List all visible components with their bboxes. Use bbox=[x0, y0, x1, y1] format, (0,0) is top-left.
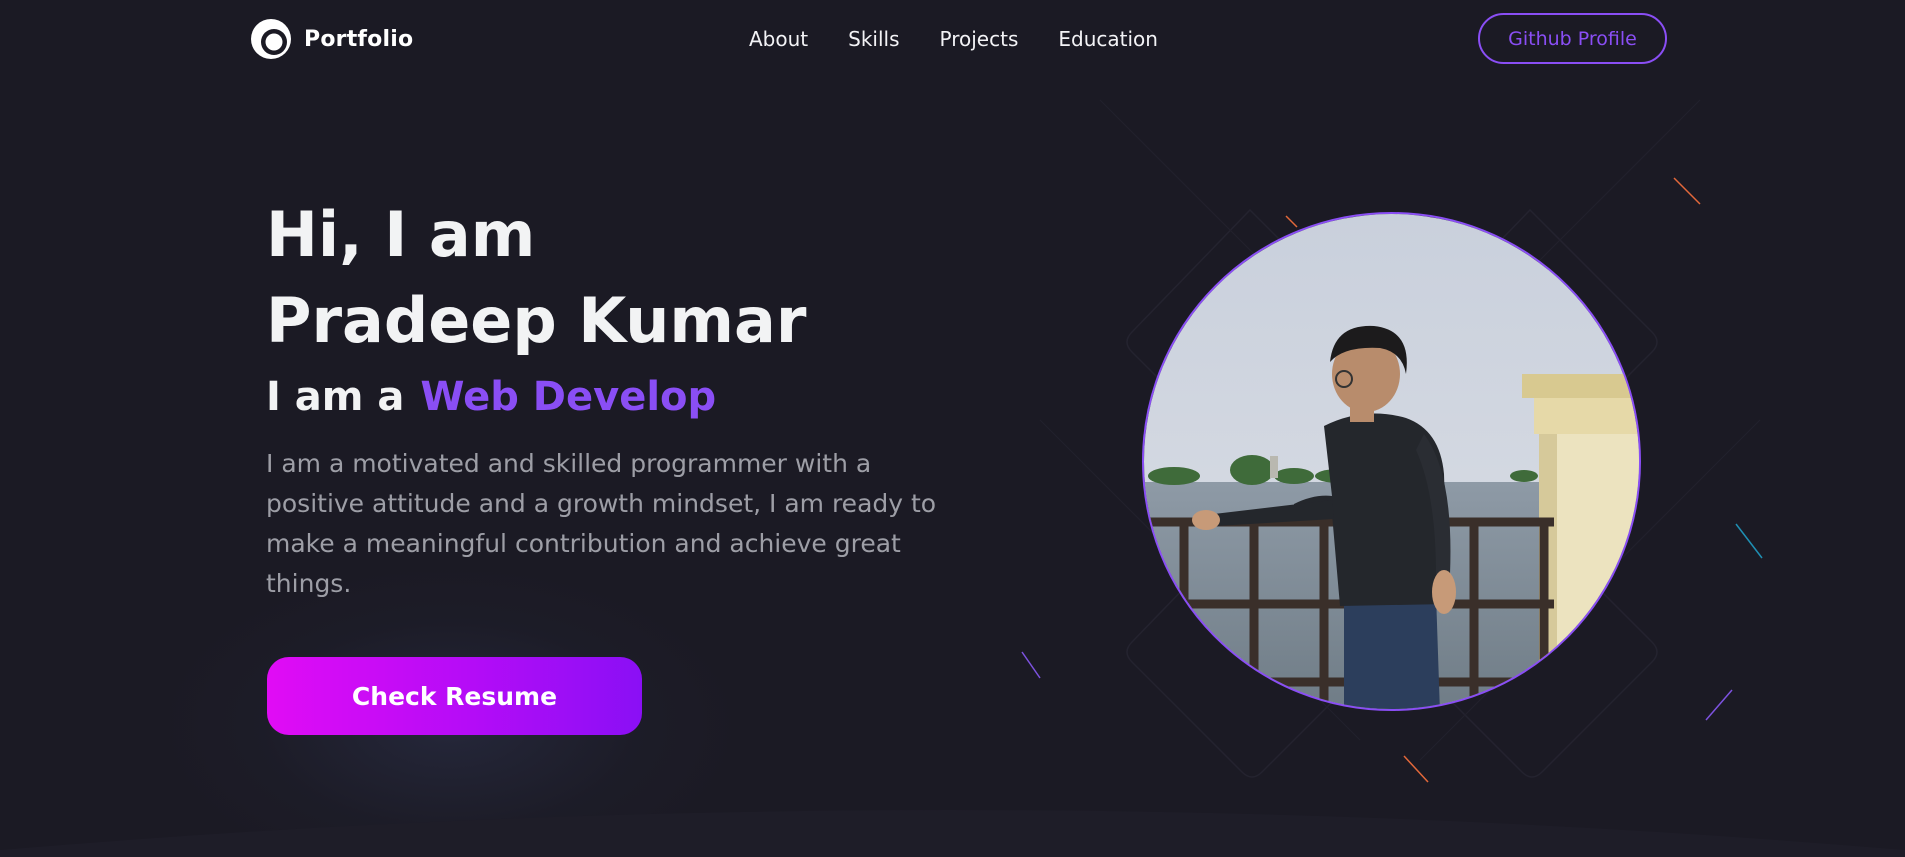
nav-links: About Skills Projects Education bbox=[749, 27, 1158, 51]
logo[interactable]: Portfolio bbox=[250, 18, 413, 60]
role-prefix: I am a bbox=[266, 374, 405, 420]
logo-icon bbox=[250, 18, 292, 60]
navbar: Portfolio About Skills Projects Educatio… bbox=[0, 0, 1905, 78]
hero-heading: Hi, I am Pradeep Kumar bbox=[266, 192, 806, 364]
role-typed-text: Web Develop bbox=[420, 374, 717, 420]
check-resume-button[interactable]: Check Resume bbox=[267, 657, 642, 735]
greeting-line-1: Hi, I am bbox=[266, 198, 536, 271]
nav-link-projects[interactable]: Projects bbox=[940, 27, 1019, 51]
github-profile-button[interactable]: Github Profile bbox=[1478, 13, 1667, 64]
nav-link-about[interactable]: About bbox=[749, 27, 808, 51]
nav-link-skills[interactable]: Skills bbox=[848, 27, 899, 51]
profile-photo bbox=[1142, 212, 1641, 711]
role-line: I am a Web Develop bbox=[266, 374, 716, 420]
greeting-line-2: Pradeep Kumar bbox=[266, 284, 807, 357]
nav-link-education[interactable]: Education bbox=[1058, 27, 1158, 51]
hero-description: I am a motivated and skilled programmer … bbox=[266, 449, 937, 598]
section-divider-wave bbox=[0, 810, 1905, 857]
logo-text: Portfolio bbox=[304, 26, 414, 52]
portfolio-page: Portfolio About Skills Projects Educatio… bbox=[0, 0, 1905, 857]
